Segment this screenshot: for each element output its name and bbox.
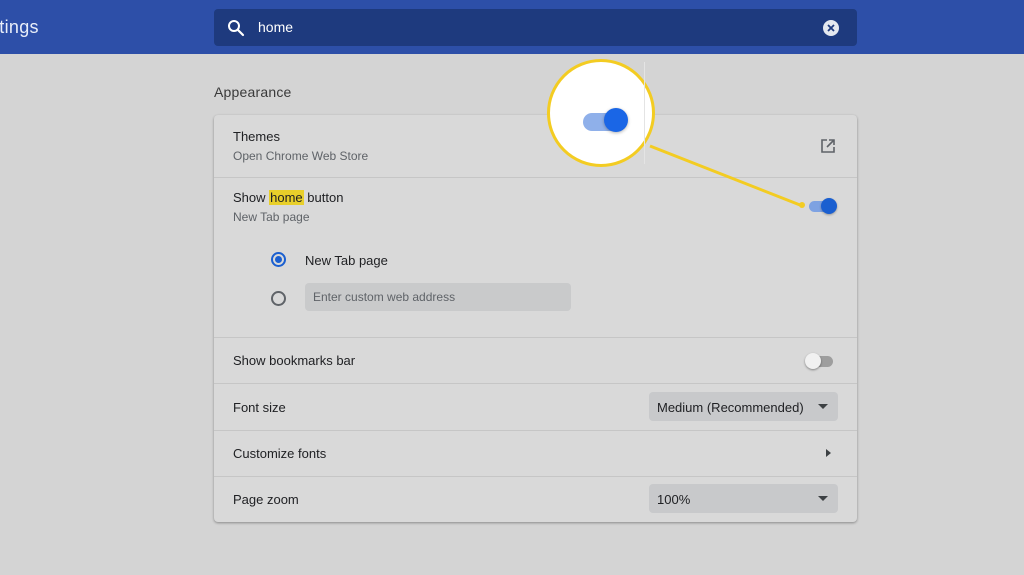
callout-card-edge: [644, 62, 645, 164]
magnified-toggle: [583, 108, 633, 134]
callout-pointer-line: [649, 144, 805, 208]
toggle-knob: [604, 108, 628, 132]
zoom-callout: [547, 59, 655, 167]
